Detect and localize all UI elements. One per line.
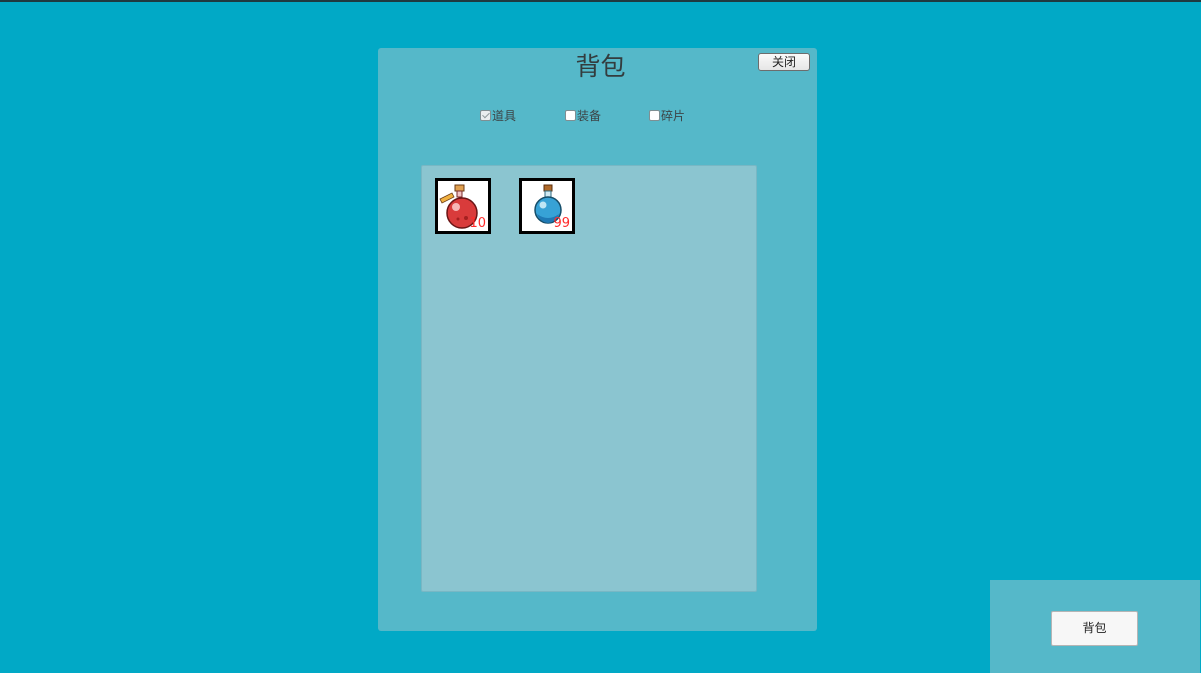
item-count: 99 <box>553 216 570 231</box>
inventory-grid: 10 99 <box>421 165 757 592</box>
item-count: 10 <box>469 216 486 231</box>
open-bag-button[interactable]: 背包 <box>1051 611 1138 646</box>
filter-props-checkbox[interactable] <box>480 109 491 121</box>
filter-props-label: 道具 <box>492 108 517 123</box>
filter-fragments-checkbox[interactable] <box>649 109 660 121</box>
filter-fragments[interactable]: 碎片 <box>649 107 685 123</box>
filter-equipment-checkbox[interactable] <box>565 109 576 121</box>
filter-equipment-label: 装备 <box>577 108 602 123</box>
filter-fragments-label: 碎片 <box>661 108 686 123</box>
close-button[interactable]: 关闭 <box>758 53 810 71</box>
filter-props[interactable]: 道具 <box>480 107 516 123</box>
filter-equipment[interactable]: 装备 <box>565 107 601 123</box>
inventory-slot-blue-potion[interactable]: 99 <box>519 178 575 234</box>
inventory-slot-red-potion[interactable]: 10 <box>435 178 491 234</box>
top-border <box>0 0 1201 2</box>
